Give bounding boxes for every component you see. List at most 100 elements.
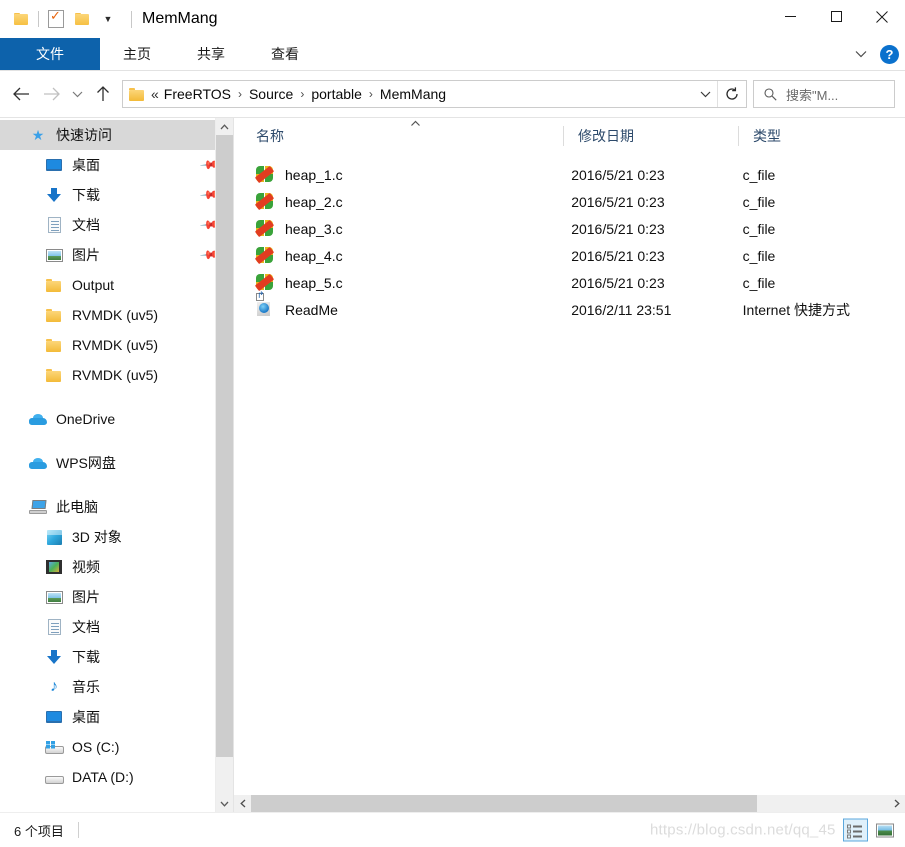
table-row[interactable]: heap_2.c 2016/5/21 0:23 c_file <box>234 188 905 215</box>
sidebar-item-music[interactable]: ♪ 音乐 <box>0 672 233 702</box>
file-list-horizontal-scrollbar[interactable] <box>234 795 905 812</box>
forward-button[interactable] <box>36 79 66 109</box>
scrollbar-track[interactable] <box>251 795 888 812</box>
os-drive-icon <box>44 738 64 756</box>
sidebar-item-label: 快速访问 <box>56 127 112 143</box>
table-row[interactable]: heap_5.c 2016/5/21 0:23 c_file <box>234 269 905 296</box>
sidebar-item-videos[interactable]: 视频 <box>0 552 233 582</box>
help-button[interactable]: ? <box>880 44 899 64</box>
status-bar: 6 个项目 https://blog.csdn.net/qq_45 <box>0 812 905 847</box>
address-bar[interactable]: « FreeRTOS › Source › portable › MemMang <box>122 80 747 108</box>
breadcrumb-separator-icon[interactable]: › <box>295 87 309 101</box>
search-input[interactable]: 搜索"M... <box>786 85 838 104</box>
details-view-button[interactable] <box>843 818 868 842</box>
breadcrumb-item-portable[interactable]: portable <box>309 86 364 102</box>
refresh-button[interactable] <box>717 81 746 107</box>
sidebar-item-wps-cloud[interactable]: WPS网盘 <box>0 448 233 478</box>
scroll-right-button[interactable] <box>888 795 905 812</box>
sidebar-item-data-drive[interactable]: DATA (D:) <box>0 762 233 792</box>
large-icons-view-button[interactable] <box>872 819 897 842</box>
item-count-label: 6 个项目 <box>14 823 64 839</box>
scroll-up-button[interactable] <box>216 118 233 135</box>
close-icon <box>876 10 888 23</box>
breadcrumb-separator-icon[interactable]: › <box>233 87 247 101</box>
recent-locations-button[interactable] <box>66 79 88 109</box>
sidebar-item-rvmdk-2[interactable]: RVMDK (uv5) <box>0 330 233 360</box>
sidebar-item-rvmdk-3[interactable]: RVMDK (uv5) <box>0 360 233 390</box>
sidebar-item-downloads-pc[interactable]: 下载 <box>0 642 233 672</box>
properties-icon <box>48 8 64 28</box>
qat-folder-icon[interactable] <box>8 6 34 32</box>
sidebar-item-documents[interactable]: 文档 📌 <box>0 210 233 240</box>
breadcrumb-item-memmang[interactable]: MemMang <box>378 86 448 102</box>
expand-ribbon-button[interactable] <box>850 43 872 65</box>
file-name-cell[interactable]: heap_1.c <box>234 165 557 184</box>
sidebar-item-rvmdk-1[interactable]: RVMDK (uv5) <box>0 300 233 330</box>
forward-arrow-icon <box>43 87 60 101</box>
minimize-button[interactable] <box>767 0 813 33</box>
search-box[interactable]: 搜索"M... <box>753 80 895 108</box>
close-button[interactable] <box>859 0 905 33</box>
tab-home[interactable]: 主页 <box>100 38 174 70</box>
qat-new-folder-button[interactable] <box>69 6 95 32</box>
sidebar-item-pictures-pc[interactable]: 图片 <box>0 582 233 612</box>
address-bar-row: « FreeRTOS › Source › portable › MemMang… <box>0 71 905 117</box>
file-type-cell: c_file <box>742 247 776 264</box>
up-button[interactable] <box>88 79 118 109</box>
sidebar-item-label: 图片 <box>72 589 100 605</box>
breadcrumb-separator-icon[interactable]: › <box>364 87 378 101</box>
download-icon <box>44 648 64 666</box>
tab-view[interactable]: 查看 <box>248 38 322 70</box>
sidebar-item-os-drive[interactable]: OS (C:) <box>0 732 233 762</box>
address-dropdown-button[interactable] <box>693 82 717 106</box>
table-row[interactable]: heap_4.c 2016/5/21 0:23 c_file <box>234 242 905 269</box>
sidebar-item-quick-access[interactable]: ★ 快速访问 <box>0 120 233 150</box>
breadcrumb-overflow[interactable]: « <box>151 86 162 102</box>
scroll-left-button[interactable] <box>234 795 251 812</box>
column-header-row: 名称 修改日期 类型 <box>234 118 905 155</box>
breadcrumb-item-freertos[interactable]: FreeRTOS <box>162 86 233 102</box>
sidebar-item-documents-pc[interactable]: 文档 <box>0 612 233 642</box>
file-name-cell[interactable]: heap_5.c <box>234 273 557 292</box>
scrollbar-thumb[interactable] <box>216 135 233 757</box>
window-title: MemMang <box>142 10 218 27</box>
breadcrumb-item-source[interactable]: Source <box>247 86 295 102</box>
scroll-down-button[interactable] <box>216 795 233 812</box>
folder-icon <box>44 306 64 324</box>
qat-properties-button[interactable] <box>43 6 69 32</box>
sidebar-item-output[interactable]: Output <box>0 270 233 300</box>
table-row[interactable]: ReadMe 2016/2/11 23:51 Internet 快捷方式 <box>234 290 905 323</box>
column-header-label: 名称 <box>256 128 284 144</box>
navigation-tree: ★ 快速访问 桌面 📌 下载 📌 文档 📌 图片 📌 Output RVMDK … <box>0 118 233 792</box>
sidebar-item-pictures[interactable]: 图片 📌 <box>0 240 233 270</box>
wps-cloud-icon <box>28 454 48 472</box>
file-name-cell[interactable]: heap_2.c <box>234 192 557 211</box>
tab-file[interactable]: 文件 <box>0 38 100 70</box>
document-icon <box>44 618 64 636</box>
sidebar-item-desktop[interactable]: 桌面 📌 <box>0 150 233 180</box>
file-name-cell[interactable]: heap_4.c <box>234 246 557 265</box>
sidebar-item-desktop-pc[interactable]: 桌面 <box>0 702 233 732</box>
sidebar-item-3d-objects[interactable]: 3D 对象 <box>0 522 233 552</box>
tab-share[interactable]: 共享 <box>174 38 248 70</box>
scrollbar-thumb[interactable] <box>251 795 757 812</box>
navigation-pane-scrollbar[interactable] <box>215 118 233 812</box>
column-header-date-modified[interactable]: 修改日期 <box>564 123 739 149</box>
back-button[interactable] <box>6 79 36 109</box>
sidebar-item-onedrive[interactable]: OneDrive <box>0 404 233 434</box>
maximize-button[interactable] <box>813 0 859 33</box>
table-row[interactable]: heap_1.c 2016/5/21 0:23 c_file <box>234 161 905 188</box>
qat-customize-button[interactable]: ▼ <box>95 6 121 32</box>
sidebar-item-this-pc[interactable]: 此电脑 <box>0 492 233 522</box>
chevron-up-icon <box>220 123 229 129</box>
sidebar-item-label: 文档 <box>72 217 100 233</box>
chevron-down-icon <box>700 91 710 97</box>
file-date-cell: 2016/5/21 0:23 <box>571 247 665 264</box>
chevron-down-icon <box>855 51 867 58</box>
file-name-cell[interactable]: ReadMe <box>234 290 557 319</box>
table-row[interactable]: heap_3.c 2016/5/21 0:23 c_file <box>234 215 905 242</box>
column-header-name[interactable]: 名称 <box>234 123 564 149</box>
sidebar-item-downloads[interactable]: 下载 📌 <box>0 180 233 210</box>
column-header-type[interactable]: 类型 <box>739 123 899 149</box>
file-name-cell[interactable]: heap_3.c <box>234 219 557 238</box>
